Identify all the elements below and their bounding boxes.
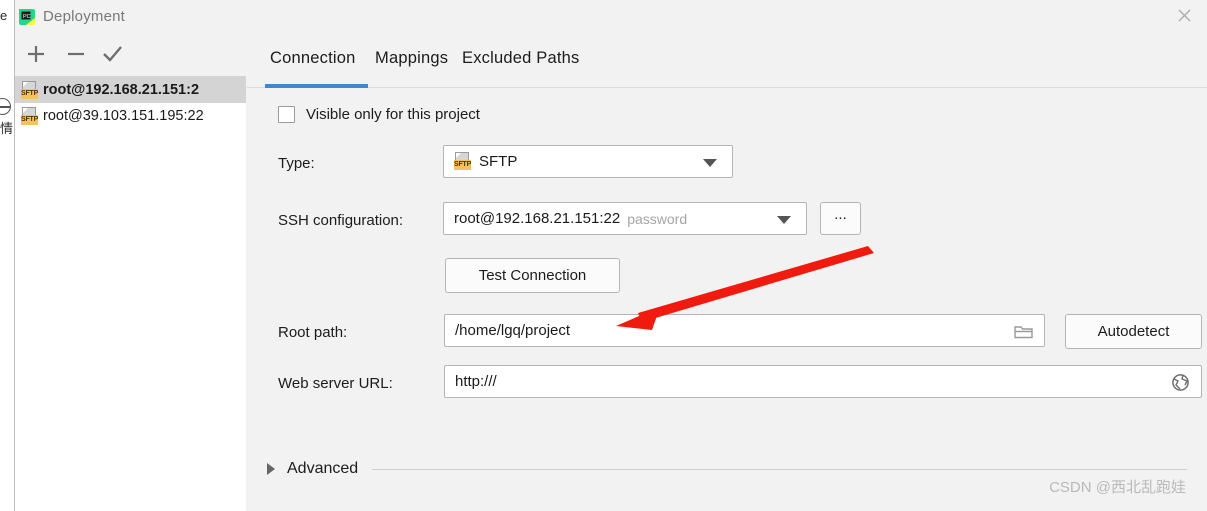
list-item-label: root@192.168.21.151:2 xyxy=(43,82,200,98)
sftp-icon: SFTP xyxy=(21,80,39,100)
folder-icon[interactable] xyxy=(1014,324,1033,344)
background-window-strip: e 情 xyxy=(0,0,14,511)
connections-panel: SFTP root@192.168.21.151:2 SFTP root@39.… xyxy=(15,33,246,511)
tab-bar: Connection Mappings Excluded Paths xyxy=(247,49,1207,88)
sftp-icon: SFTP xyxy=(454,152,471,171)
window-title: Deployment xyxy=(43,8,126,25)
tab-connection[interactable]: Connection xyxy=(270,49,355,84)
svg-text:PC: PC xyxy=(23,14,31,20)
deployment-dialog: PC Deployment SFTP root@192.168.21.151:2… xyxy=(14,0,1207,511)
list-item[interactable]: SFTP root@39.103.151.195:22 xyxy=(15,103,246,129)
visible-only-checkbox-row[interactable]: Visible only for this project xyxy=(278,106,480,123)
sftp-icon-tag: SFTP xyxy=(454,160,472,170)
type-dropdown[interactable]: SFTP SFTP xyxy=(443,145,733,178)
plus-icon[interactable] xyxy=(25,43,51,67)
close-icon[interactable] xyxy=(1162,0,1207,31)
connection-settings-panel: Connection Mappings Excluded Paths Visib… xyxy=(247,33,1207,511)
tab-active-indicator xyxy=(265,84,368,88)
advanced-separator xyxy=(372,468,1187,470)
background-glyph-top: e xyxy=(0,8,8,23)
advanced-label: Advanced xyxy=(287,460,359,477)
tab-baseline xyxy=(247,87,1207,88)
background-glyph-bottom: 情 xyxy=(0,121,14,136)
sftp-icon: SFTP xyxy=(21,106,39,126)
sftp-icon-tag: SFTP xyxy=(21,88,39,99)
ssh-configuration-value: root@192.168.21.151:22 xyxy=(454,210,621,227)
globe-icon[interactable] xyxy=(1171,373,1190,397)
minus-icon[interactable] xyxy=(65,43,91,67)
ssh-configuration-hint: password xyxy=(627,210,688,227)
chevron-down-icon[interactable] xyxy=(777,216,791,224)
tab-excluded-paths[interactable]: Excluded Paths xyxy=(462,49,579,84)
visible-only-checkbox-label: Visible only for this project xyxy=(306,106,480,123)
pycharm-icon: PC xyxy=(19,9,35,25)
list-item-label: root@39.103.151.195:22 xyxy=(43,108,204,124)
watermark: CSDN @西北乱跑娃 xyxy=(1049,479,1186,496)
ssh-configuration-browse-button[interactable]: ... xyxy=(820,202,861,235)
ssh-configuration-label: SSH configuration: xyxy=(278,212,404,229)
visible-only-checkbox[interactable] xyxy=(278,106,295,123)
web-server-url-value: http:/// xyxy=(455,373,497,390)
web-server-url-label: Web server URL: xyxy=(278,375,393,392)
chevron-right-icon[interactable] xyxy=(267,463,275,475)
screen: e 情 PC Deployment SFTP root@192.168.21.1… xyxy=(0,0,1207,511)
autodetect-button[interactable]: Autodetect xyxy=(1065,314,1202,349)
title-bar: PC Deployment xyxy=(15,0,1207,33)
root-path-input[interactable]: /home/lgq/project xyxy=(444,314,1045,347)
background-minus-circle-icon xyxy=(0,98,11,115)
root-path-label: Root path: xyxy=(278,324,348,341)
type-label: Type: xyxy=(278,155,315,172)
type-value: SFTP xyxy=(479,153,518,170)
sftp-icon-tag: SFTP xyxy=(21,114,39,125)
ssh-configuration-dropdown[interactable]: root@192.168.21.151:22 password xyxy=(443,202,807,235)
list-item[interactable]: SFTP root@192.168.21.151:2 xyxy=(15,77,246,103)
web-server-url-input[interactable]: http:/// xyxy=(444,365,1202,398)
chevron-down-icon[interactable] xyxy=(703,159,717,167)
connections-toolbar xyxy=(15,33,246,77)
tab-mappings[interactable]: Mappings xyxy=(375,49,448,84)
test-connection-button[interactable]: Test Connection xyxy=(445,258,620,293)
connection-list: SFTP root@192.168.21.151:2 SFTP root@39.… xyxy=(15,77,246,511)
checkmark-icon[interactable] xyxy=(101,43,127,67)
root-path-value: /home/lgq/project xyxy=(455,322,571,339)
